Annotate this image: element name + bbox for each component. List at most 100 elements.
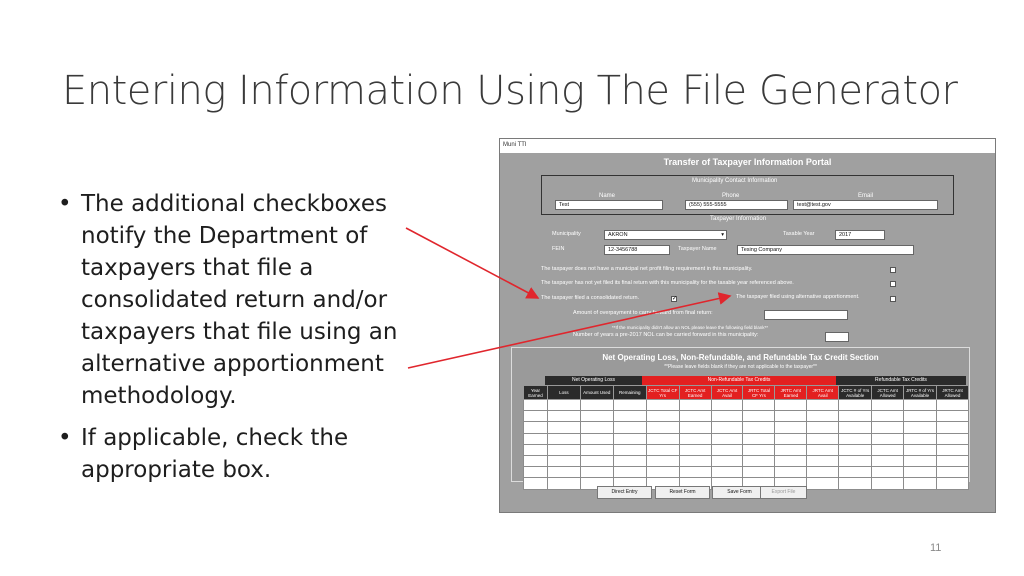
table-cell-input[interactable] <box>579 398 614 412</box>
table-cell-input[interactable] <box>806 432 840 445</box>
table-cell-input[interactable] <box>523 477 548 490</box>
table-cell-input[interactable] <box>546 454 581 468</box>
table-cell-input[interactable] <box>612 432 647 445</box>
table-cell-input[interactable] <box>935 477 970 490</box>
table-cell-input[interactable] <box>678 398 712 412</box>
table-cell-input[interactable] <box>523 443 548 456</box>
table-cell-input[interactable] <box>710 421 744 434</box>
table-cell-input[interactable] <box>871 432 905 445</box>
table-cell-input[interactable] <box>838 443 873 456</box>
contact-phone-input[interactable]: (555) 555-5555 <box>685 200 788 210</box>
table-cell-input[interactable] <box>678 466 712 479</box>
table-cell-input[interactable] <box>871 410 905 423</box>
table-cell-input[interactable] <box>871 443 905 456</box>
reset-form-button[interactable]: Reset Form <box>655 486 710 499</box>
contact-email-input[interactable]: test@test.gov <box>793 200 938 210</box>
table-cell-input[interactable] <box>838 410 873 423</box>
table-cell-input[interactable] <box>774 410 808 423</box>
table-cell-input[interactable] <box>774 432 808 445</box>
table-cell-input[interactable] <box>871 421 905 434</box>
table-cell-input[interactable] <box>579 466 614 479</box>
table-cell-input[interactable] <box>935 421 970 434</box>
table-cell-input[interactable] <box>838 454 873 468</box>
table-cell-input[interactable] <box>774 454 808 468</box>
table-cell-input[interactable] <box>935 432 970 445</box>
table-cell-input[interactable] <box>645 410 680 423</box>
table-cell-input[interactable] <box>838 477 873 490</box>
table-cell-input[interactable] <box>838 432 873 445</box>
table-cell-input[interactable] <box>678 454 712 468</box>
table-cell-input[interactable] <box>838 398 873 412</box>
table-cell-input[interactable] <box>612 398 647 412</box>
table-cell-input[interactable] <box>871 398 905 412</box>
table-cell-input[interactable] <box>935 443 970 456</box>
table-cell-input[interactable] <box>903 432 937 445</box>
table-cell-input[interactable] <box>645 466 680 479</box>
table-cell-input[interactable] <box>871 454 905 468</box>
table-cell-input[interactable] <box>678 432 712 445</box>
table-cell-input[interactable] <box>710 410 744 423</box>
save-form-button[interactable]: Save Form <box>712 486 767 499</box>
table-cell-input[interactable] <box>546 421 581 434</box>
no-final-return-checkbox[interactable] <box>890 281 896 287</box>
table-cell-input[interactable] <box>579 454 614 468</box>
export-file-button[interactable]: Export File <box>760 486 807 499</box>
table-cell-input[interactable] <box>579 421 614 434</box>
table-cell-input[interactable] <box>645 432 680 445</box>
direct-entry-button[interactable]: Direct Entry <box>597 486 652 499</box>
table-cell-input[interactable] <box>612 443 647 456</box>
table-cell-input[interactable] <box>742 432 776 445</box>
table-cell-input[interactable] <box>774 466 808 479</box>
table-cell-input[interactable] <box>903 466 937 479</box>
table-cell-input[interactable] <box>742 466 776 479</box>
table-cell-input[interactable] <box>546 443 581 456</box>
table-cell-input[interactable] <box>546 432 581 445</box>
table-cell-input[interactable] <box>612 410 647 423</box>
table-cell-input[interactable] <box>838 466 873 479</box>
table-cell-input[interactable] <box>645 421 680 434</box>
table-cell-input[interactable] <box>645 398 680 412</box>
consolidated-return-checkbox[interactable]: ✓ <box>671 296 677 302</box>
table-cell-input[interactable] <box>612 454 647 468</box>
table-cell-input[interactable] <box>871 466 905 479</box>
table-cell-input[interactable] <box>806 477 840 490</box>
table-cell-input[interactable] <box>612 421 647 434</box>
table-cell-input[interactable] <box>579 443 614 456</box>
table-cell-input[interactable] <box>935 466 970 479</box>
table-cell-input[interactable] <box>935 410 970 423</box>
table-cell-input[interactable] <box>710 398 744 412</box>
table-cell-input[interactable] <box>523 421 548 434</box>
table-cell-input[interactable] <box>678 421 712 434</box>
table-cell-input[interactable] <box>806 410 840 423</box>
no-profit-requirement-checkbox[interactable] <box>890 267 896 273</box>
table-cell-input[interactable] <box>742 443 776 456</box>
table-cell-input[interactable] <box>903 454 937 468</box>
fein-input[interactable]: 12-3456788 <box>604 245 670 255</box>
table-cell-input[interactable] <box>523 454 548 468</box>
table-cell-input[interactable] <box>710 466 744 479</box>
table-cell-input[interactable] <box>645 454 680 468</box>
table-cell-input[interactable] <box>903 421 937 434</box>
table-cell-input[interactable] <box>523 466 548 479</box>
alt-apportionment-checkbox[interactable] <box>890 296 896 302</box>
table-cell-input[interactable] <box>806 466 840 479</box>
table-cell-input[interactable] <box>579 410 614 423</box>
table-cell-input[interactable] <box>546 477 581 490</box>
pre2017-years-input[interactable] <box>825 332 849 342</box>
municipality-select[interactable]: AKRON ▾ <box>604 230 727 240</box>
table-cell-input[interactable] <box>871 477 905 490</box>
taxable-year-input[interactable]: 2017 <box>835 230 885 240</box>
table-cell-input[interactable] <box>806 421 840 434</box>
table-cell-input[interactable] <box>678 443 712 456</box>
taxpayer-name-input[interactable]: Tesing Company <box>737 245 914 255</box>
table-cell-input[interactable] <box>579 432 614 445</box>
table-cell-input[interactable] <box>774 398 808 412</box>
table-cell-input[interactable] <box>903 443 937 456</box>
table-cell-input[interactable] <box>710 454 744 468</box>
table-cell-input[interactable] <box>806 398 840 412</box>
table-cell-input[interactable] <box>774 443 808 456</box>
table-cell-input[interactable] <box>838 421 873 434</box>
table-cell-input[interactable] <box>546 466 581 479</box>
table-cell-input[interactable] <box>935 398 970 412</box>
table-cell-input[interactable] <box>710 443 744 456</box>
